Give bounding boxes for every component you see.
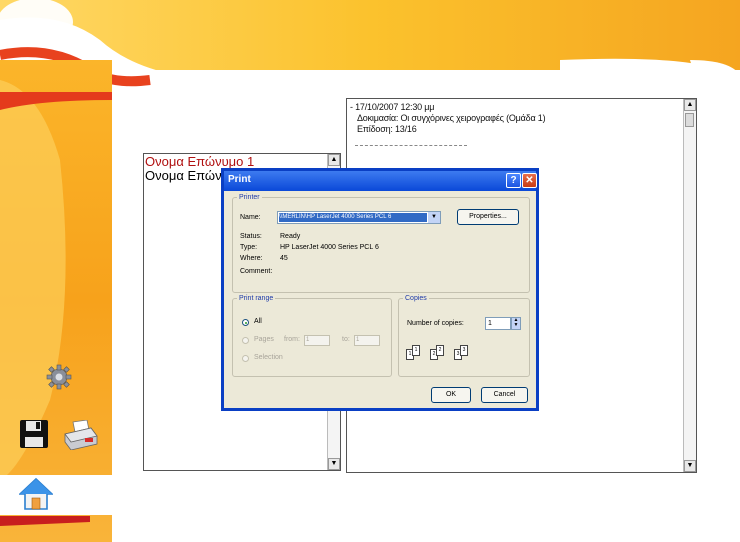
comment-label: Comment: [240,268,273,275]
name-label: Name: [240,214,261,221]
to-label: to: [342,336,350,343]
number-of-copies-label: Number of copies: [407,320,464,327]
where-label: Where: [240,255,263,262]
print-icon[interactable] [63,419,99,455]
properties-button[interactable]: Properties... [457,209,519,225]
dialog-titlebar[interactable]: Print ? ✕ [224,171,537,191]
cancel-button[interactable]: Cancel [481,387,528,403]
copies-group: Copies [398,295,530,377]
close-button[interactable]: ✕ [522,173,537,188]
printer-name-value: \\MERLIN\HP LaserJet 4000 Series PCL 6 [279,213,427,222]
ok-button[interactable]: OK [431,387,471,403]
print-range-label: Print range [239,295,274,302]
print-dialog: Print ? ✕ Printer Name: \\MERLIN\HP Lase… [221,168,539,411]
where-value: 45 [280,255,288,262]
copies-spinner[interactable]: ▲ ▼ [511,317,521,330]
status-label: Status: [240,233,262,240]
selection-label: Selection [254,354,283,361]
to-input[interactable]: 1 [354,335,380,346]
radio-all[interactable] [242,319,249,326]
help-button[interactable]: ? [506,173,521,188]
from-input[interactable]: 1 [304,335,330,346]
chevron-down-icon[interactable]: ▼ [428,212,440,223]
result-score: Επίδοση: 13/16 [357,124,417,134]
printer-name-select[interactable]: \\MERLIN\HP LaserJet 4000 Series PCL 6 ▼ [277,211,441,224]
radio-selected-dot [245,322,247,324]
from-label: from: [284,336,300,343]
dialog-title: Print [228,174,251,185]
list-item[interactable]: Ονομα Επώνυμο 1 [145,155,254,169]
scroll-thumb[interactable] [685,113,694,127]
text-scrollbar[interactable]: ▲ ▼ [683,99,696,472]
list-item[interactable]: Ονομα Επών [145,169,222,183]
collate-page: 3 [460,345,468,356]
copies-group-label: Copies [405,295,427,302]
scroll-down-button[interactable]: ▼ [328,458,340,470]
all-label: All [254,318,262,325]
collate-page: 1 [412,345,420,356]
home-icon[interactable] [17,477,55,516]
printer-group-label: Printer [239,194,260,201]
status-value: Ready [280,233,301,240]
pages-label: Pages [254,336,274,343]
type-value: HP LaserJet 4000 Series PCL 6 [280,244,379,251]
collate-page: 2 [436,345,444,356]
result-test-name: Δοκιμασία: Οι συγχόρινες χειρογραφές (Ομ… [357,113,546,123]
scroll-up-button[interactable]: ▲ [328,154,340,166]
save-icon[interactable] [19,419,49,454]
scroll-down-button[interactable]: ▼ [684,460,696,472]
radio-selection[interactable] [242,355,249,362]
type-label: Type: [240,244,258,251]
scroll-up-button[interactable]: ▲ [684,99,696,111]
radio-pages[interactable] [242,337,249,344]
gear-icon[interactable] [46,364,72,395]
sidebar-background [0,0,112,542]
result-timestamp: - 17/10/2007 12:30 μμ [350,102,435,112]
copies-input[interactable]: 1 [485,317,511,330]
divider [355,145,467,146]
